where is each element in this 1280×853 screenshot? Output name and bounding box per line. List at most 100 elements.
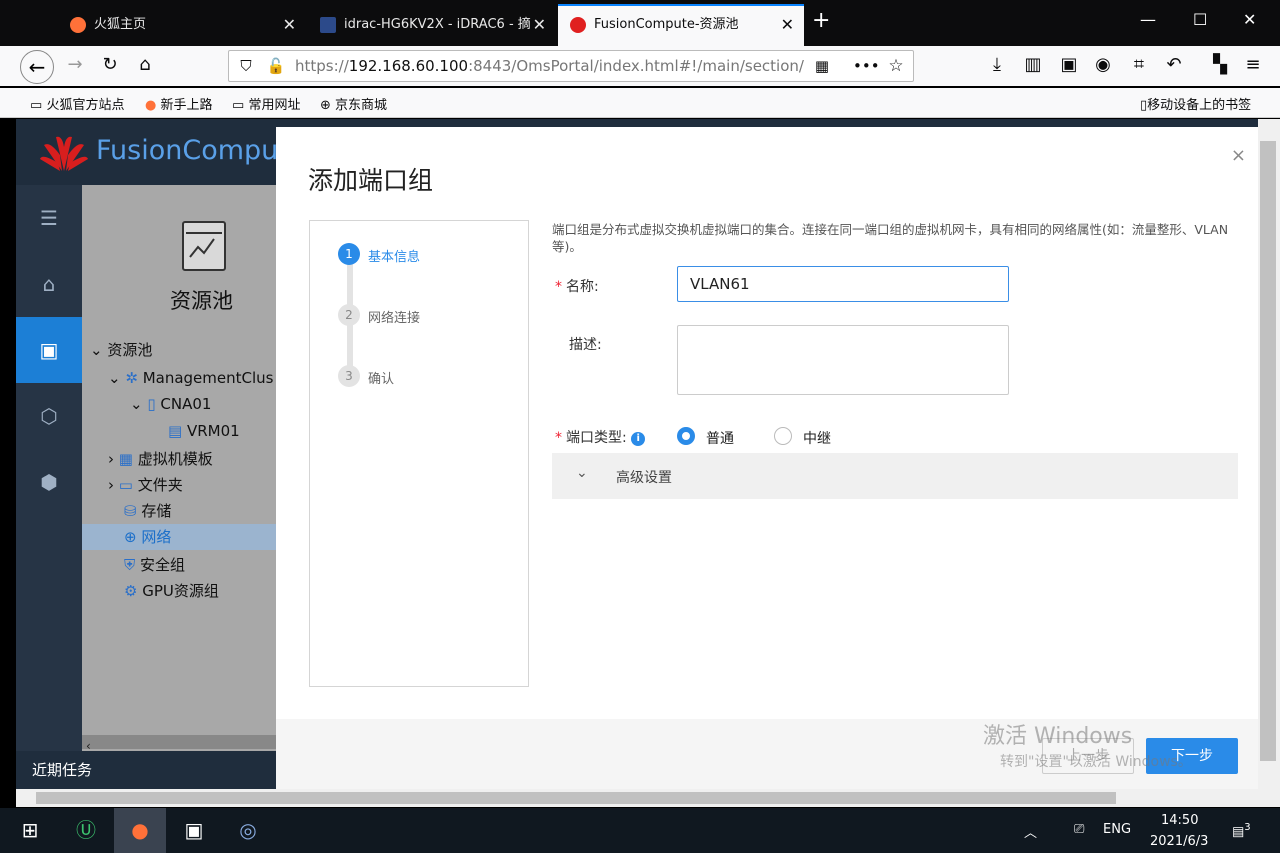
menu-icon[interactable]: ≡ — [1240, 54, 1266, 76]
storage-icon: ⛁ — [124, 502, 137, 520]
reload-button[interactable]: ↻ — [97, 54, 123, 76]
language-indicator[interactable]: ENG — [1103, 822, 1131, 837]
notification-icon[interactable]: ▤3 — [1232, 822, 1251, 839]
page-vertical-scrollbar[interactable] — [1258, 119, 1280, 789]
crop-icon[interactable]: ⌗ — [1126, 54, 1152, 76]
tree-scrollbar[interactable]: ‹ — [82, 735, 276, 753]
sidebar-home-icon[interactable]: ⌂ — [16, 251, 82, 317]
tree-item-network[interactable]: ⊕ 网络 — [82, 524, 276, 550]
taskbar-idrac-icon[interactable]: ▣ — [168, 808, 220, 853]
clock-time[interactable]: 14:50 — [1161, 813, 1198, 828]
close-icon[interactable]: ✕ — [781, 6, 794, 44]
close-icon[interactable]: ✕ — [533, 6, 546, 44]
bookmark-item[interactable]: ● 新手上路 — [145, 94, 213, 113]
tree-item-folder[interactable]: › ▭ 文件夹 — [108, 474, 183, 495]
network-tray-icon[interactable]: ⎚ — [1074, 822, 1084, 837]
sidebar-menu-icon[interactable]: ☰ — [16, 185, 82, 251]
scroll-thumb[interactable] — [1260, 141, 1276, 761]
web-page: FusionCompu ☰ ⌂ ▣ ⬡ ⬢ 资源池 ⌄ 资源池 ⌄ ✲ Mana… — [16, 119, 1258, 789]
huawei-logo-icon — [40, 136, 88, 171]
description-textarea[interactable] — [677, 325, 1009, 395]
window-close-icon[interactable]: ✕ — [1243, 10, 1256, 29]
sidebar-icon[interactable]: ▣ — [1056, 54, 1082, 76]
new-tab-button[interactable]: + — [812, 8, 830, 33]
sidebar-monitor-icon[interactable]: ⬢ — [16, 449, 82, 515]
tab-fusioncompute[interactable]: FusionCompute-资源池 ✕ — [558, 4, 804, 46]
url-text: https://192.168.60.100:8443/OmsPortal/in… — [295, 57, 805, 75]
lock-warning-icon[interactable]: 🔓 — [263, 55, 289, 77]
port-type-trunk-radio[interactable] — [774, 427, 792, 445]
page-horizontal-scrollbar[interactable] — [16, 789, 1280, 807]
sidebar-network-icon[interactable]: ⬡ — [16, 383, 82, 449]
tree-item-vm-template[interactable]: › ▦ 虚拟机模板 — [108, 448, 213, 469]
cluster-icon: ✲ — [125, 369, 138, 387]
undo-icon[interactable]: ↶ — [1161, 54, 1187, 76]
vm-icon: ▤ — [168, 422, 183, 440]
step-2-label: 网络连接 — [368, 311, 421, 326]
activation-watermark-text: 转到"设置"以激活 Windows。 — [1000, 754, 1192, 770]
bookmark-star-icon[interactable]: ☆ — [883, 55, 909, 77]
tray-chevron-icon[interactable]: ︿ — [1024, 822, 1037, 841]
home-button[interactable]: ⌂ — [132, 54, 158, 76]
minimize-icon[interactable]: — — [1140, 10, 1156, 29]
start-icon[interactable]: ⊞ — [4, 808, 56, 853]
browser-tab-bar: 火狐主页 ✕ idrac-HG6KV2X - iDRAC6 - 摘 ✕ Fusi… — [0, 0, 1280, 50]
advanced-settings-toggle[interactable]: ⌄ 高级设置 — [552, 453, 1238, 499]
app-brand: FusionCompu — [96, 135, 279, 166]
name-input[interactable]: VLAN61 — [677, 266, 1009, 302]
extensions-icon[interactable]: ▚ — [1207, 54, 1233, 76]
port-type-normal-label[interactable]: 普通 — [706, 428, 734, 448]
scroll-thumb[interactable] — [36, 792, 1116, 804]
step-2-badge: 2 — [338, 304, 360, 326]
tree-item-host[interactable]: ⌄ ▯ CNA01 — [130, 395, 211, 413]
tree-item-security-group[interactable]: ⛨ 安全组 — [124, 554, 185, 575]
tree-item-storage[interactable]: ⛁ 存储 — [124, 500, 171, 521]
sidebar-resource-pool-icon[interactable]: ▣ — [16, 317, 82, 383]
description-label: 描述: — [569, 337, 602, 353]
qr-code-icon[interactable]: ▦ — [809, 55, 835, 77]
port-type-trunk-label[interactable]: 中继 — [803, 428, 831, 448]
back-button[interactable]: ← — [20, 50, 54, 84]
add-port-group-dialog: × 添加端口组 1 基本信息 2 网络连接 3 确认 端口组是分布式虚拟交换机虚… — [276, 127, 1258, 789]
taskbar-firefox-icon[interactable]: ● — [114, 808, 166, 853]
tree-item-vm[interactable]: ▤ VRM01 — [168, 422, 240, 440]
firefox-icon: ● — [145, 98, 157, 113]
tab-firefox-home[interactable]: 火狐主页 ✕ — [58, 6, 306, 44]
close-icon[interactable]: ✕ — [283, 6, 296, 44]
maximize-icon[interactable]: ☐ — [1193, 10, 1207, 29]
tree-item-resource-pool[interactable]: ⌄ 资源池 — [90, 339, 152, 360]
forward-button[interactable]: → — [62, 54, 88, 76]
template-icon: ▦ — [118, 450, 133, 468]
tree-item-gpu-group[interactable]: ⚙ GPU资源组 — [124, 580, 219, 601]
bookmark-item[interactable]: ▭ 常用网址 — [232, 94, 300, 113]
download-icon[interactable]: ⤓ — [984, 54, 1010, 76]
folder-icon: ▭ — [118, 476, 133, 494]
port-type-normal-radio[interactable] — [677, 427, 695, 445]
library-icon[interactable]: ▥ — [1020, 54, 1046, 76]
app-sidebar: ☰ ⌂ ▣ ⬡ ⬢ — [16, 185, 82, 789]
resource-tree-panel: 资源池 ⌄ 资源池 ⌄ ✲ ManagementClus ⌄ ▯ CNA01 ▤… — [82, 185, 276, 789]
mobile-bookmarks[interactable]: ▯移动设备上的书签 — [1140, 94, 1251, 113]
desktop: 火狐主页 ✕ idrac-HG6KV2X - iDRAC6 - 摘 ✕ Fusi… — [0, 0, 1280, 853]
bookmark-item[interactable]: ▭ 火狐官方站点 — [30, 94, 124, 113]
bookmarks-bar: ▭ 火狐官方站点 ● 新手上路 ▭ 常用网址 ⊕ 京东商城 ▯移动设备上的书签 — [0, 88, 1280, 118]
chevron-down-icon: ⌄ — [576, 465, 588, 481]
host-icon: ▯ — [147, 395, 156, 413]
navigation-bar: ← → ↻ ⌂ ⛉ 🔓 https://192.168.60.100:8443/… — [0, 46, 1280, 86]
port-type-label: * 端口类型: i — [555, 427, 646, 447]
taskbar-disc-icon[interactable]: ◎ — [222, 808, 274, 853]
account-icon[interactable]: ◉ — [1090, 54, 1116, 76]
info-icon[interactable]: i — [631, 432, 646, 446]
page-actions-icon[interactable]: ••• — [853, 55, 880, 77]
url-bar[interactable]: ⛉ 🔓 https://192.168.60.100:8443/OmsPorta… — [228, 50, 914, 82]
dialog-intro: 端口组是分布式虚拟交换机虚拟端口的集合。连接在同一端口组的虚拟机网卡，具有相同的… — [552, 222, 1229, 254]
tab-idrac[interactable]: idrac-HG6KV2X - iDRAC6 - 摘 ✕ — [308, 6, 556, 44]
wizard-steps: 1 基本信息 2 网络连接 3 确认 — [309, 220, 529, 687]
shield-icon[interactable]: ⛉ — [233, 55, 259, 77]
app-u-icon[interactable]: Ⓤ — [60, 808, 112, 853]
clock-date[interactable]: 2021/6/3 — [1150, 834, 1208, 849]
dialog-close-icon[interactable]: × — [1231, 145, 1246, 166]
tree-item-cluster[interactable]: ⌄ ✲ ManagementClus — [108, 369, 273, 387]
bookmark-item[interactable]: ⊕ 京东商城 — [320, 94, 387, 113]
recent-tasks-bar[interactable]: 近期任务 — [16, 751, 276, 789]
